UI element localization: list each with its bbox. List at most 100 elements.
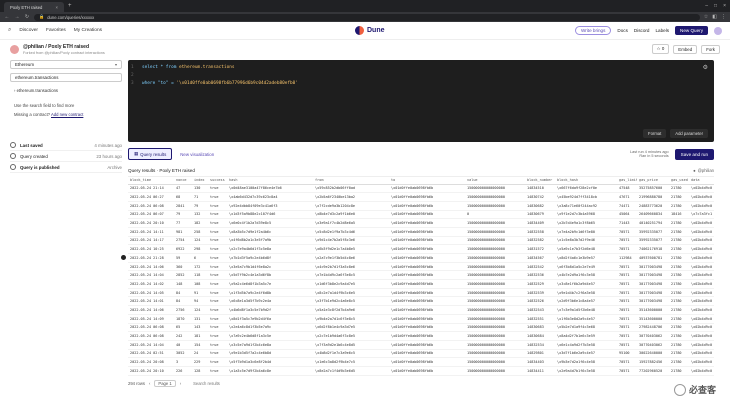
column-header[interactable]: data [689,177,714,185]
meta-label: Query is published [20,164,60,170]
tab-new-visualization[interactable]: New visualization [175,150,219,159]
column-header[interactable]: gas_price [637,177,669,185]
window-close-icon[interactable]: × [723,3,726,9]
dataset-select[interactable]: Ethereum ▾ [10,60,122,69]
table-row[interactable]: 2022-05-24 21:14 47 130 true \x0d48ae3100a47… [128,184,714,194]
table-row[interactable]: 2022-05-24 20:10 226 128 true \x1a3c5e7d9f2b… [128,366,714,376]
forward-icon[interactable]: → [14,14,20,20]
star-count-button[interactable]: ☆ 0 [651,44,670,54]
close-icon[interactable]: × [56,5,58,10]
table-cell: \x1e6c3a8d2f9b4e7c5 [313,357,389,367]
column-header[interactable]: index [192,177,208,185]
column-header[interactable]: nonce [174,177,192,185]
table-row[interactable]: 2022-05-24 14:04 2852 118 true \x5d7f9b2c4e1… [128,270,714,281]
table-row[interactable]: 2022-05-24 06:08 242 181 true \x7a9c2e4b6d8f… [128,331,714,341]
column-header[interactable]: gas_limit [617,177,637,185]
maximize-icon[interactable]: □ [714,3,717,9]
address-bar[interactable]: 🔒 dune.com/queries/xxxxxx [34,13,700,21]
table-cell: \x5d7f9b2c4e1a3d6f8b [227,270,313,281]
table-row[interactable]: 2022-05-24 10:25 6922 298 true \x2c7e9a4b6d1… [128,244,714,254]
table-row[interactable]: 2022-05-24 02:51 3052 24 true \x9e1b3d5f7a2c… [128,349,714,359]
add-parameter-button[interactable]: Add parameter [670,129,708,138]
table-cell: 45064 [617,210,637,220]
format-button[interactable]: Format [643,129,667,138]
table-search-input[interactable]: ethereum.transactions [10,73,122,82]
search-icon[interactable]: ⌕ [8,27,11,34]
nav-labels[interactable]: Labels [655,28,669,33]
page-number[interactable]: Page 1 [154,379,176,387]
table-cell: 77202960520 [637,366,669,376]
column-header[interactable]: block_time [128,177,174,185]
column-header[interactable]: hash [227,177,313,185]
table-cell: 2022-05-24 14:17 [128,236,174,246]
nav-discord[interactable]: Discord [634,28,650,33]
table-tree-item[interactable]: › ethereum.transactions [10,86,122,95]
table-row[interactable]: 2022-05-24 14:06 2756 124 true \x4b6d8f1a3c5… [128,305,714,315]
author-avatar[interactable] [10,44,19,54]
new-tab-icon[interactable]: + [68,3,72,9]
table-cell: \x01d0ffe0ab0698fb6b [389,210,465,220]
prev-page-icon[interactable]: ‹ [149,381,150,386]
table-row[interactable]: 2022-05-24 06:08 65 143 true \x2e4a6c8d1f3b5… [128,323,714,333]
table-row[interactable]: 2022-05-24 06:08 2841 79 true \x92e4dbb84f09… [128,201,714,211]
archive-link[interactable]: Archive [107,165,122,170]
gear-icon[interactable]: ⚙ [703,64,708,71]
column-header[interactable]: from [313,177,389,185]
back-icon[interactable]: ← [4,14,10,20]
table-row[interactable]: 2022-05-24 14:02 148 108 true \x9a2c4e6d8f1b… [128,279,714,289]
embed-button[interactable]: Embed [673,44,698,54]
tab-query-results[interactable]: ▦ Query results [128,148,173,160]
avatar[interactable] [714,26,722,35]
menu-icon[interactable]: ⋮ [721,14,726,20]
table-row[interactable]: 2022-05-24 14:11 981 258 true \x8a3b5c7d9e1f… [128,227,714,237]
sql-editor[interactable]: 1 select * from ethereum.transactions 2 3… [128,60,714,142]
nav-discover[interactable]: Discover [19,28,38,33]
table-cell: \x9e1d4b7c2f6a3e58 [555,288,617,298]
results-author[interactable]: ● @philian [693,168,714,173]
nav-favorites[interactable]: Favorites [46,28,66,33]
table-row[interactable]: 2022-05-24 14:17 2754 124 true \x4f6d8b2a1c3… [128,236,714,246]
dune-logo-text: Dune [367,27,385,34]
table-cell: 2022-05-24 14:04 [128,270,174,281]
column-header[interactable]: block_number [525,177,555,185]
next-page-icon[interactable]: › [180,381,181,386]
nav-docs[interactable]: Docs [617,28,627,33]
column-header[interactable]: success [208,177,227,185]
column-header[interactable]: gas_used [669,177,689,185]
table-row[interactable]: 2022-05-24 20:08 3 229 true \x5f7b9d1a3c6e8f… [128,357,714,367]
column-header[interactable]: value [465,177,525,185]
save-and-run-button[interactable]: Save and run [674,148,714,160]
table-row[interactable]: 2022-05-24 20:10 77 182 true \x6e0c4f1b2a7d3… [128,218,714,228]
table-row[interactable]: 2022-05-24 14:06 360 172 true \x3e5a7c9b1d4f… [128,262,714,272]
reload-icon[interactable]: ↻ [24,14,30,20]
table-row[interactable]: 2022-05-24 14:05 84 91 true \x1f3d5b7a9c2e4f… [128,288,714,298]
table-cell: 21780 [669,357,689,367]
table-row[interactable]: 2022-05-24 20:1072710true\x6b8d1f3a5c7e9… [128,375,714,376]
star-icon[interactable]: ☆ [704,14,708,20]
dune-logo[interactable]: Dune [355,26,385,35]
table-cell: 14830742 [525,192,555,202]
table-row[interactable]: 2022-05-24 06:07 79 132 true \x1d3f5a9b88e2c… [128,210,714,220]
table-row[interactable]: 2022-05-24 14:04 40 154 true \x3c5e7a9d1f2b4… [128,340,714,350]
table-row[interactable]: 2022-05-24 21:28 59 6 true \x7b1d3f5a9c2e4b6… [128,253,714,263]
table-row[interactable]: 2022-05-24 14:09 1870 131 true \x8d1f3a5c7e9… [128,314,714,324]
column-header[interactable]: to [389,177,465,185]
extensions-icon[interactable]: ◧ [712,14,717,20]
table-row[interactable]: 2022-05-24 14:01 84 94 true \x6c8e1a3d5f7b9c… [128,296,714,307]
table-cell: \x6b8d1f3a5c7e9b2d4f [227,375,313,376]
table-cell: 150000000000000000 [465,253,525,263]
column-header[interactable]: block_hash [555,177,617,185]
browser-tab[interactable]: Poxly ETH raised × [4,2,64,12]
results-table: block_time nonce index success hash from to val… [128,176,714,376]
minimize-icon[interactable]: – [705,3,708,9]
table-row[interactable]: 2022-05-24 06:27 68 71 true \x4ab6d432d7c39c… [128,192,714,202]
brings-badge[interactable]: Write brings [574,26,612,35]
nav-my-creations[interactable]: My Creations [74,28,102,33]
forked-from[interactable]: Forked from @philian/Poxly contract inte… [23,51,105,55]
table-cell: \x7e1b4d9c2a6f3e8c5 [313,270,389,281]
fork-button[interactable]: Fork [701,44,720,54]
add-contract-link[interactable]: Add new contract [51,112,83,117]
new-query-button[interactable]: New Query [675,26,708,35]
search-results-input[interactable]: Search results [193,381,220,386]
table-cell: 18416 [669,210,689,220]
